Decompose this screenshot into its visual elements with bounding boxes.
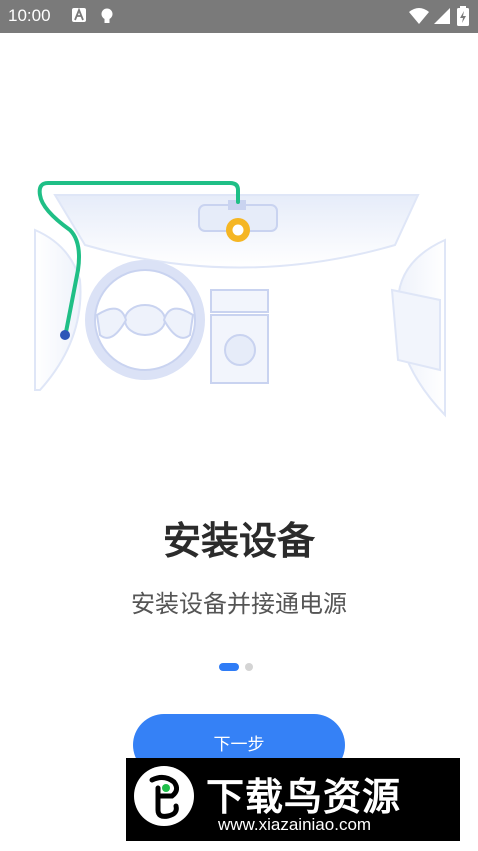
- lightbulb-icon: [101, 8, 113, 23]
- car-dashcam-install-illustration: [34, 181, 446, 418]
- steering-wheel-hub: [124, 304, 166, 336]
- console-knob: [224, 334, 256, 366]
- steering-spoke-left: [95, 307, 128, 339]
- right-dash-shape: [390, 288, 441, 372]
- watermark-logo-icon: [134, 766, 194, 826]
- watermark-url: www.xiazainiao.com: [218, 815, 372, 834]
- status-time: 10:00: [8, 6, 51, 25]
- dashcam-lens: [232, 224, 244, 236]
- page-subtitle: 安装设备并接通电源: [131, 590, 347, 618]
- watermark-banner: 下载鸟资源 www.xiazainiao.com: [126, 758, 460, 841]
- steering-spoke-right: [162, 307, 195, 339]
- a-badge-icon: [72, 8, 86, 22]
- status-bar: 10:00: [0, 0, 478, 33]
- wifi-icon: [409, 8, 429, 24]
- left-door-panel: [34, 228, 82, 391]
- page-dot: [245, 663, 253, 671]
- page-dot-active: [219, 663, 239, 671]
- cable-plug: [60, 330, 70, 340]
- signal-icon: [434, 8, 450, 24]
- battery-icon: [457, 6, 469, 26]
- page-title: 安装设备: [162, 519, 315, 563]
- watermark-title: 下载鸟资源: [206, 775, 402, 819]
- center-console-top: [210, 289, 269, 313]
